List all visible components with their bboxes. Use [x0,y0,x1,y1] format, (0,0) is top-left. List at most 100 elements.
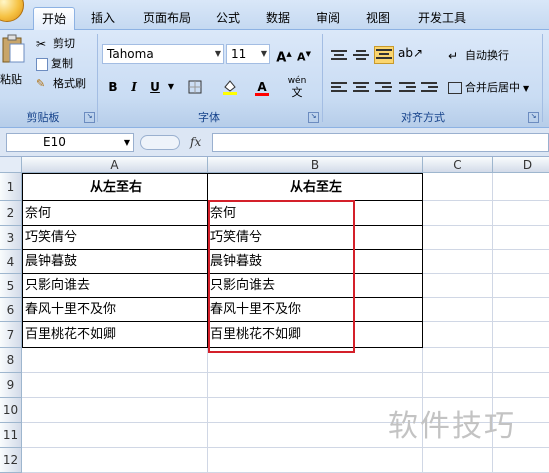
fill-color-icon[interactable] [220,77,240,97]
font-group-label: 字体 [198,111,220,124]
tab-data[interactable]: 数据 [258,7,298,30]
cell-a7[interactable]: 百里桃花不如卿 [22,322,208,348]
column-header-a[interactable]: A [22,157,208,173]
merge-cells-icon [448,82,462,94]
empty-cell[interactable] [493,298,549,322]
merge-center-label: 合并后居中 [465,81,520,94]
cell-a3[interactable]: 巧笑倩兮 [22,226,208,250]
chevron-down-icon[interactable]: ▼ [166,77,176,97]
merge-center-button[interactable]: 合并后居中 ▼ [448,78,529,98]
column-header-c[interactable]: C [423,157,493,173]
wrap-text-icon: ↵ [448,49,459,63]
empty-cell[interactable] [423,173,493,201]
empty-cell[interactable] [493,373,549,398]
group-divider [542,34,543,122]
column-header-d[interactable]: D [493,157,549,173]
empty-cell[interactable] [493,173,549,201]
cell-a1[interactable]: 从左至右 [22,173,208,201]
column-header-b[interactable]: B [208,157,423,173]
cell-b1[interactable]: 从右至左 [208,173,423,201]
paste-button[interactable]: 粘贴 [0,34,28,94]
underline-button[interactable]: U [145,77,165,97]
empty-cell[interactable] [22,448,208,473]
align-top-icon[interactable] [330,48,348,64]
empty-cell[interactable] [493,201,549,226]
row-header[interactable]: 9 [0,373,22,398]
bold-button[interactable]: B [103,77,123,97]
insert-function-button[interactable]: fx [190,133,208,152]
row-header[interactable]: 11 [0,423,22,448]
empty-cell[interactable] [423,298,493,322]
grow-font-icon[interactable]: A▲ [274,44,294,65]
row-header[interactable]: 10 [0,398,22,423]
select-all-corner[interactable] [0,157,22,173]
font-size-select[interactable]: 11 ▼ [226,44,270,64]
watermark: 软件技巧 [388,409,516,444]
italic-button[interactable]: I [124,77,144,97]
format-painter-button[interactable]: ✎ 格式刷 [36,74,86,94]
cell-a2[interactable]: 奈何 [22,201,208,226]
empty-cell[interactable] [22,398,208,423]
copy-button[interactable]: 复制 [36,54,73,74]
decrease-indent-icon[interactable] [398,80,416,96]
tab-developer[interactable]: 开发工具 [410,7,474,30]
wrap-text-button[interactable]: ↵ 自动换行 [448,46,509,66]
row-header[interactable]: 6 [0,298,22,322]
tab-review[interactable]: 审阅 [308,7,348,30]
increase-indent-icon[interactable] [420,80,438,96]
row-header[interactable]: 7 [0,322,22,348]
copy-label: 复制 [51,57,73,70]
cut-button[interactable]: ✂ 剪切 [36,34,75,54]
empty-cell[interactable] [208,373,423,398]
empty-cell[interactable] [22,373,208,398]
empty-cell[interactable] [423,250,493,274]
office-button-icon[interactable] [0,0,24,22]
row-header[interactable]: 12 [0,448,22,473]
row-header[interactable]: 3 [0,226,22,250]
phonetic-guide-button[interactable]: wén 文 [284,75,310,99]
row-header[interactable]: 1 [0,173,22,201]
tab-view[interactable]: 视图 [358,7,398,30]
cell-a5[interactable]: 只影向谁去 [22,274,208,298]
empty-cell[interactable] [493,274,549,298]
empty-cell[interactable] [423,201,493,226]
tab-insert[interactable]: 插入 [83,7,123,30]
empty-cell[interactable] [423,274,493,298]
align-right-icon[interactable] [374,80,392,96]
borders-icon[interactable] [185,77,205,97]
align-left-icon[interactable] [330,80,348,96]
empty-cell[interactable] [493,250,549,274]
empty-cell[interactable] [423,348,493,373]
align-middle-icon[interactable] [352,48,370,64]
shrink-font-icon[interactable]: A▼ [294,44,314,64]
tab-formulas[interactable]: 公式 [208,7,248,30]
empty-cell[interactable] [423,322,493,348]
tab-home[interactable]: 开始 [33,7,75,31]
empty-cell[interactable] [493,322,549,348]
empty-cell[interactable] [493,226,549,250]
empty-cell[interactable] [493,348,549,373]
row-header[interactable]: 8 [0,348,22,373]
cell-a6[interactable]: 春风十里不及你 [22,298,208,322]
empty-cell[interactable] [423,373,493,398]
row-header[interactable]: 2 [0,201,22,226]
tab-page-layout[interactable]: 页面布局 [135,7,199,30]
alignment-dialog-launcher-icon[interactable]: ↘ [528,112,539,123]
formula-bar-resize-handle[interactable] [140,135,180,150]
empty-cell[interactable] [22,348,208,373]
row-header[interactable]: 4 [0,250,22,274]
align-bottom-icon[interactable] [374,46,394,64]
font-color-icon[interactable]: A [252,77,272,97]
name-box[interactable]: E10 ▼ [6,133,134,152]
formula-bar: E10 ▼ fx [0,128,549,157]
formula-input[interactable] [212,133,549,152]
font-name-select[interactable]: Tahoma ▼ [102,44,224,64]
align-center-icon[interactable] [352,80,370,96]
empty-cell[interactable] [22,423,208,448]
font-dialog-launcher-icon[interactable]: ↘ [308,112,319,123]
cell-a4[interactable]: 晨钟暮鼓 [22,250,208,274]
row-header[interactable]: 5 [0,274,22,298]
orientation-icon[interactable]: ab↗ [398,46,423,62]
empty-cell[interactable] [423,226,493,250]
clipboard-dialog-launcher-icon[interactable]: ↘ [84,112,95,123]
